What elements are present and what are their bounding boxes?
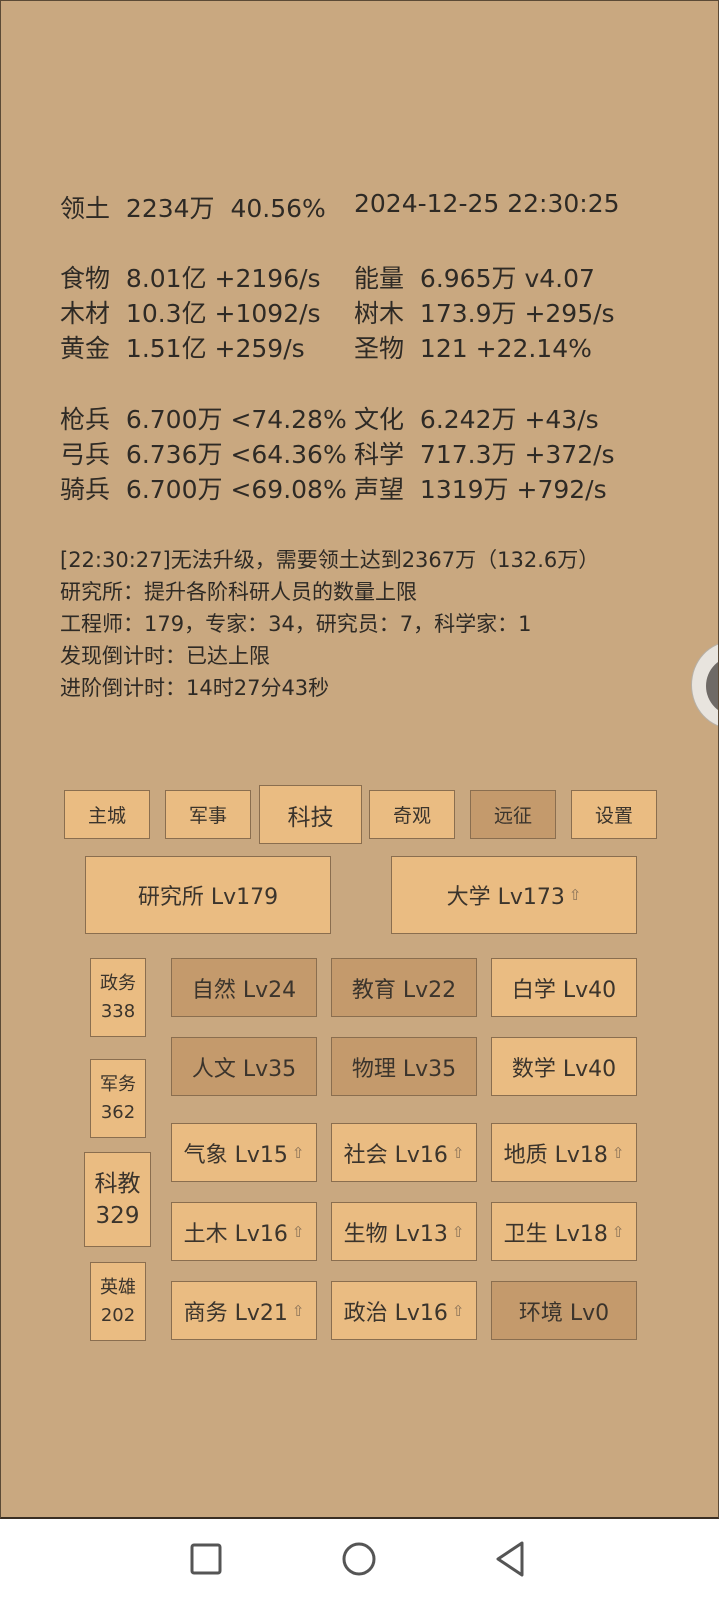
university-label: 大学 Lv173 (446, 885, 565, 910)
log-line-advance: 进阶倒计时：14时27分43秒 (60, 676, 330, 700)
side-military-affairs[interactable]: 军务 362 (90, 1059, 146, 1138)
tab-military[interactable]: 军事 (165, 790, 251, 839)
research-geology[interactable]: 地质 Lv18 ⇧ (491, 1123, 637, 1182)
side-military-value: 362 (100, 1101, 136, 1123)
system-navigation-bar (0, 1519, 720, 1600)
stat-wood: 木材 10.3亿 +1092/s (60, 299, 321, 328)
stat-prestige: 声望 1319万 +792/s (354, 475, 607, 504)
research-society[interactable]: 社会 Lv16 ⇧ (331, 1123, 477, 1182)
research-humanities[interactable]: 人文 Lv35 (171, 1037, 317, 1096)
stat-culture: 文化 6.242万 +43/s (354, 405, 599, 434)
research-math[interactable]: 数学 Lv40 (491, 1037, 637, 1096)
upgrade-arrow-icon: ⇧ (611, 1143, 625, 1162)
research-baixue[interactable]: 白学 Lv40 (491, 958, 637, 1017)
side-military-label: 军务 (100, 1073, 136, 1095)
stat-relics: 圣物 121 +22.14% (354, 334, 592, 363)
recents-button[interactable] (186, 1539, 226, 1579)
territory-label: 领土 (60, 194, 111, 223)
research-nature[interactable]: 自然 Lv24 (171, 958, 317, 1017)
tab-technology[interactable]: 科技 (259, 785, 362, 844)
upgrade-arrow-icon: ⇧ (451, 1301, 465, 1320)
side-science-education[interactable]: 科教 329 (84, 1152, 151, 1247)
university-button[interactable]: 大学 Lv173 ⇧ (391, 856, 637, 934)
log-line-discovery: 发现倒计时：已达上限 (60, 644, 270, 668)
stat-pikeman: 枪兵 6.700万 <74.28% (60, 405, 347, 434)
stat-cavalry: 骑兵 6.700万 <69.08% (60, 475, 347, 504)
log-line-upgrade-fail: [22:30:27]无法升级，需要领土达到2367万（132.6万） (60, 548, 600, 572)
log-line-description: 研究所：提升各阶科研人员的数量上限 (60, 580, 417, 604)
side-heroes-value: 202 (100, 1304, 136, 1326)
territory-percent: 40.56% (230, 194, 326, 223)
square-icon (190, 1543, 222, 1575)
upgrade-arrow-icon: ⇧ (451, 1143, 465, 1162)
side-heroes-label: 英雄 (100, 1276, 136, 1298)
log-line-researchers: 工程师：179，专家：34，研究员：7，科学家：1 (60, 612, 532, 636)
floating-assistant-button[interactable] (691, 641, 718, 729)
upgrade-arrow-icon: ⇧ (451, 1222, 465, 1241)
game-screen: 领土 2234万 40.56% 2024-12-25 22:30:25 食物 8… (0, 0, 719, 1519)
upgrade-arrow-icon: ⇧ (291, 1301, 305, 1320)
research-meteorology[interactable]: 气象 Lv15 ⇧ (171, 1123, 317, 1182)
upgrade-arrow-icon: ⇧ (291, 1143, 305, 1162)
back-triangle-icon (496, 1541, 524, 1577)
stat-science: 科学 717.3万 +372/s (354, 440, 615, 469)
stat-archer: 弓兵 6.736万 <64.36% (60, 440, 347, 469)
institute-button[interactable]: 研究所 Lv179 (85, 856, 331, 934)
back-button[interactable] (490, 1539, 530, 1579)
stat-food: 食物 8.01亿 +2196/s (60, 264, 321, 293)
research-hygiene[interactable]: 卫生 Lv18 ⇧ (491, 1202, 637, 1261)
research-education[interactable]: 教育 Lv22 (331, 958, 477, 1017)
research-environment[interactable]: 环境 Lv0 (491, 1281, 637, 1340)
upgrade-arrow-icon: ⇧ (611, 1222, 625, 1241)
side-politics-label: 政务 (100, 972, 136, 994)
datetime: 2024-12-25 22:30:25 (354, 189, 620, 218)
research-business[interactable]: 商务 Lv21 ⇧ (171, 1281, 317, 1340)
research-physics[interactable]: 物理 Lv35 (331, 1037, 477, 1096)
research-biology[interactable]: 生物 Lv13 ⇧ (331, 1202, 477, 1261)
tab-settings[interactable]: 设置 (571, 790, 657, 839)
side-politics-value: 338 (100, 1000, 136, 1022)
side-heroes[interactable]: 英雄 202 (90, 1262, 146, 1341)
upgrade-arrow-icon: ⇧ (568, 886, 582, 904)
research-civil-engineering[interactable]: 土木 Lv16 ⇧ (171, 1202, 317, 1261)
penguin-icon (706, 656, 718, 716)
tab-wonders[interactable]: 奇观 (369, 790, 455, 839)
circle-icon (342, 1542, 376, 1576)
side-science-label: 科教 (94, 1170, 141, 1197)
territory-value: 2234万 (125, 194, 215, 223)
tab-expedition[interactable]: 远征 (470, 790, 556, 839)
research-politics[interactable]: 政治 Lv16 ⇧ (331, 1281, 477, 1340)
home-button[interactable] (339, 1539, 379, 1579)
stat-trees: 树木 173.9万 +295/s (354, 299, 615, 328)
stat-gold: 黄金 1.51亿 +259/s (60, 334, 305, 363)
stat-energy: 能量 6.965万 v4.07 (354, 264, 595, 293)
side-science-value: 329 (95, 1202, 140, 1229)
territory-stat: 领土 2234万 40.56% (60, 189, 326, 225)
side-politics[interactable]: 政务 338 (90, 958, 146, 1037)
upgrade-arrow-icon: ⇧ (291, 1222, 305, 1241)
tab-main-city[interactable]: 主城 (64, 790, 150, 839)
